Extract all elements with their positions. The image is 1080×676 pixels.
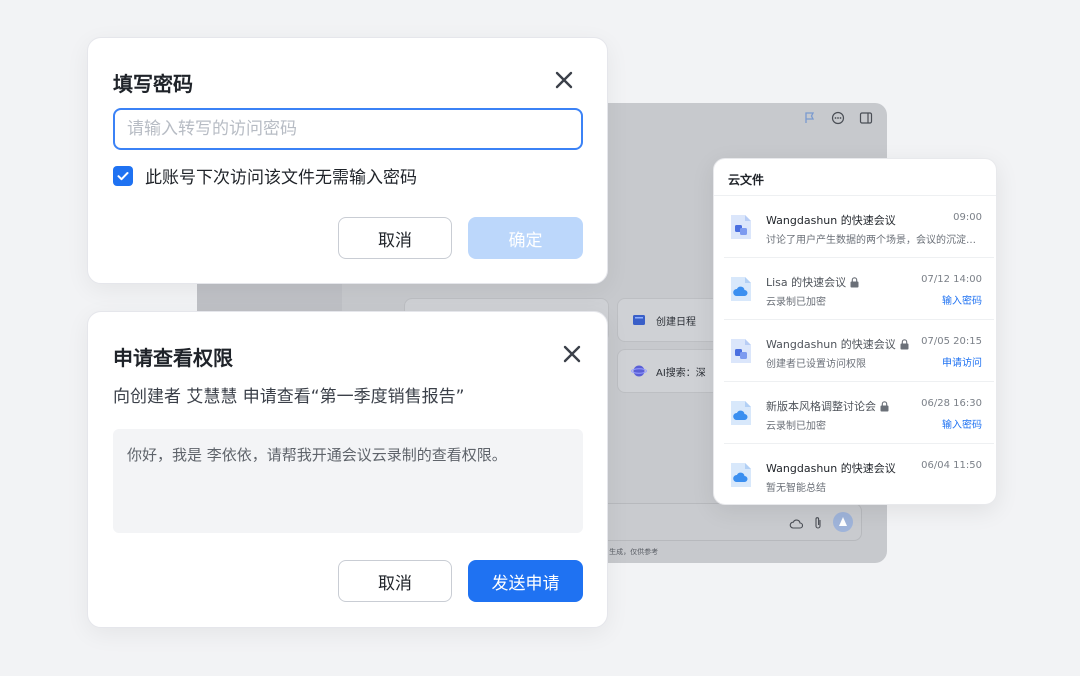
file-name: 新版本风格调整讨论会: [766, 400, 876, 413]
meeting-doc-icon: [728, 213, 754, 241]
file-name-row: Wangdashun 的快速会议: [766, 460, 896, 476]
cancel-button[interactable]: 取消: [338, 560, 452, 602]
cloud-doc-icon: [728, 461, 754, 489]
file-name-row: Lisa 的快速会议: [766, 274, 860, 290]
cloud-files-panel: 云文件 Wangdashun 的快速会议讨论了用户产生数据的两个场景，会议的沉淀…: [713, 158, 997, 505]
dialog-title: 申请查看权限: [113, 346, 233, 370]
file-list-item[interactable]: Wangdashun 的快速会议 暂无智能总结 06/04 11:50: [714, 444, 998, 506]
lock-icon: [880, 400, 890, 412]
file-time: 07/12 14:00: [921, 274, 982, 285]
request-access-dialog: 申请查看权限 向创建者 艾慧慧 申请查看“第一季度销售报告” 你好，我是 李依依…: [87, 311, 608, 628]
file-name-row: Wangdashun 的快速会议: [766, 212, 896, 228]
file-description: 暂无智能总结: [766, 483, 826, 494]
file-action-link[interactable]: 输入密码: [942, 292, 982, 307]
request-message-field[interactable]: 你好，我是 李依依，请帮我开通会议云录制的查看权限。: [113, 429, 583, 533]
file-name: Wangdashun 的快速会议: [766, 462, 896, 475]
file-name: Wangdashun 的快速会议: [766, 338, 896, 351]
file-action-link[interactable]: 输入密码: [942, 416, 982, 431]
password-dialog: 填写密码 此账号下次访问该文件无需输入密码 取消 确定: [87, 37, 608, 284]
create-schedule-card[interactable]: 创建日程: [617, 298, 727, 342]
close-icon[interactable]: [561, 343, 583, 365]
cloud-doc-icon: [728, 399, 754, 427]
planet-icon: [630, 362, 648, 380]
split-view-icon[interactable]: [857, 109, 875, 127]
file-time: 06/28 16:30: [921, 398, 982, 409]
meeting-doc-icon: [728, 337, 754, 365]
attachment-icon[interactable]: [813, 515, 823, 534]
dialog-title: 填写密码: [113, 72, 193, 96]
file-list-item[interactable]: 新版本风格调整讨论会 云录制已加密 06/28 16:30 输入密码: [714, 382, 998, 444]
book-icon: [630, 311, 648, 329]
remember-password-row[interactable]: 此账号下次访问该文件无需输入密码: [113, 163, 417, 188]
file-name: Lisa 的快速会议: [766, 276, 847, 289]
panel-title: 云文件: [728, 173, 765, 187]
checkmark-icon: [117, 171, 129, 180]
cloud-icon[interactable]: [789, 515, 804, 534]
file-list-item[interactable]: Wangdashun 的快速会议讨论了用户产生数据的两个场景，会议的沉淀… 09:…: [714, 196, 998, 258]
file-name-row: Wangdashun 的快速会议: [766, 336, 910, 352]
ai-search-label: AI搜索：深: [656, 367, 706, 379]
file-list-item[interactable]: Lisa 的快速会议 云录制已加密 07/12 14:00 输入密码: [714, 258, 998, 320]
file-time: 06/04 11:50: [921, 460, 982, 471]
remember-checkbox[interactable]: [113, 165, 133, 186]
lock-icon: [900, 338, 910, 350]
file-time: 07/05 20:15: [921, 336, 982, 347]
more-icon[interactable]: [829, 109, 847, 127]
confirm-button[interactable]: 确定: [468, 217, 583, 259]
password-input[interactable]: [113, 108, 583, 150]
remember-label: 此账号下次访问该文件无需输入密码: [145, 168, 417, 188]
send-circle-icon[interactable]: [833, 512, 853, 536]
send-request-button[interactable]: 发送申请: [468, 560, 583, 602]
background-toolbar: [801, 109, 875, 127]
background-footnote: AI 生成，仅供参考: [600, 548, 659, 556]
file-name-row: 新版本风格调整讨论会: [766, 398, 890, 414]
cancel-button[interactable]: 取消: [338, 217, 452, 259]
file-description: 讨论了用户产生数据的两个场景，会议的沉淀…: [766, 235, 976, 246]
file-list-item[interactable]: Wangdashun 的快速会议 创建者已设置访问权限 07/05 20:15 申请访…: [714, 320, 998, 382]
flag-icon[interactable]: [801, 109, 819, 127]
request-subtitle: 向创建者 艾慧慧 申请查看“第一季度销售报告”: [113, 387, 465, 407]
close-icon[interactable]: [553, 69, 575, 91]
file-time: 09:00: [953, 212, 982, 223]
lock-icon: [850, 276, 860, 288]
file-action-link[interactable]: 申请访问: [942, 354, 982, 369]
ai-search-card[interactable]: AI搜索：深: [617, 349, 727, 393]
create-schedule-label: 创建日程: [656, 316, 696, 328]
cloud-doc-icon: [728, 275, 754, 303]
file-name: Wangdashun 的快速会议: [766, 214, 896, 227]
